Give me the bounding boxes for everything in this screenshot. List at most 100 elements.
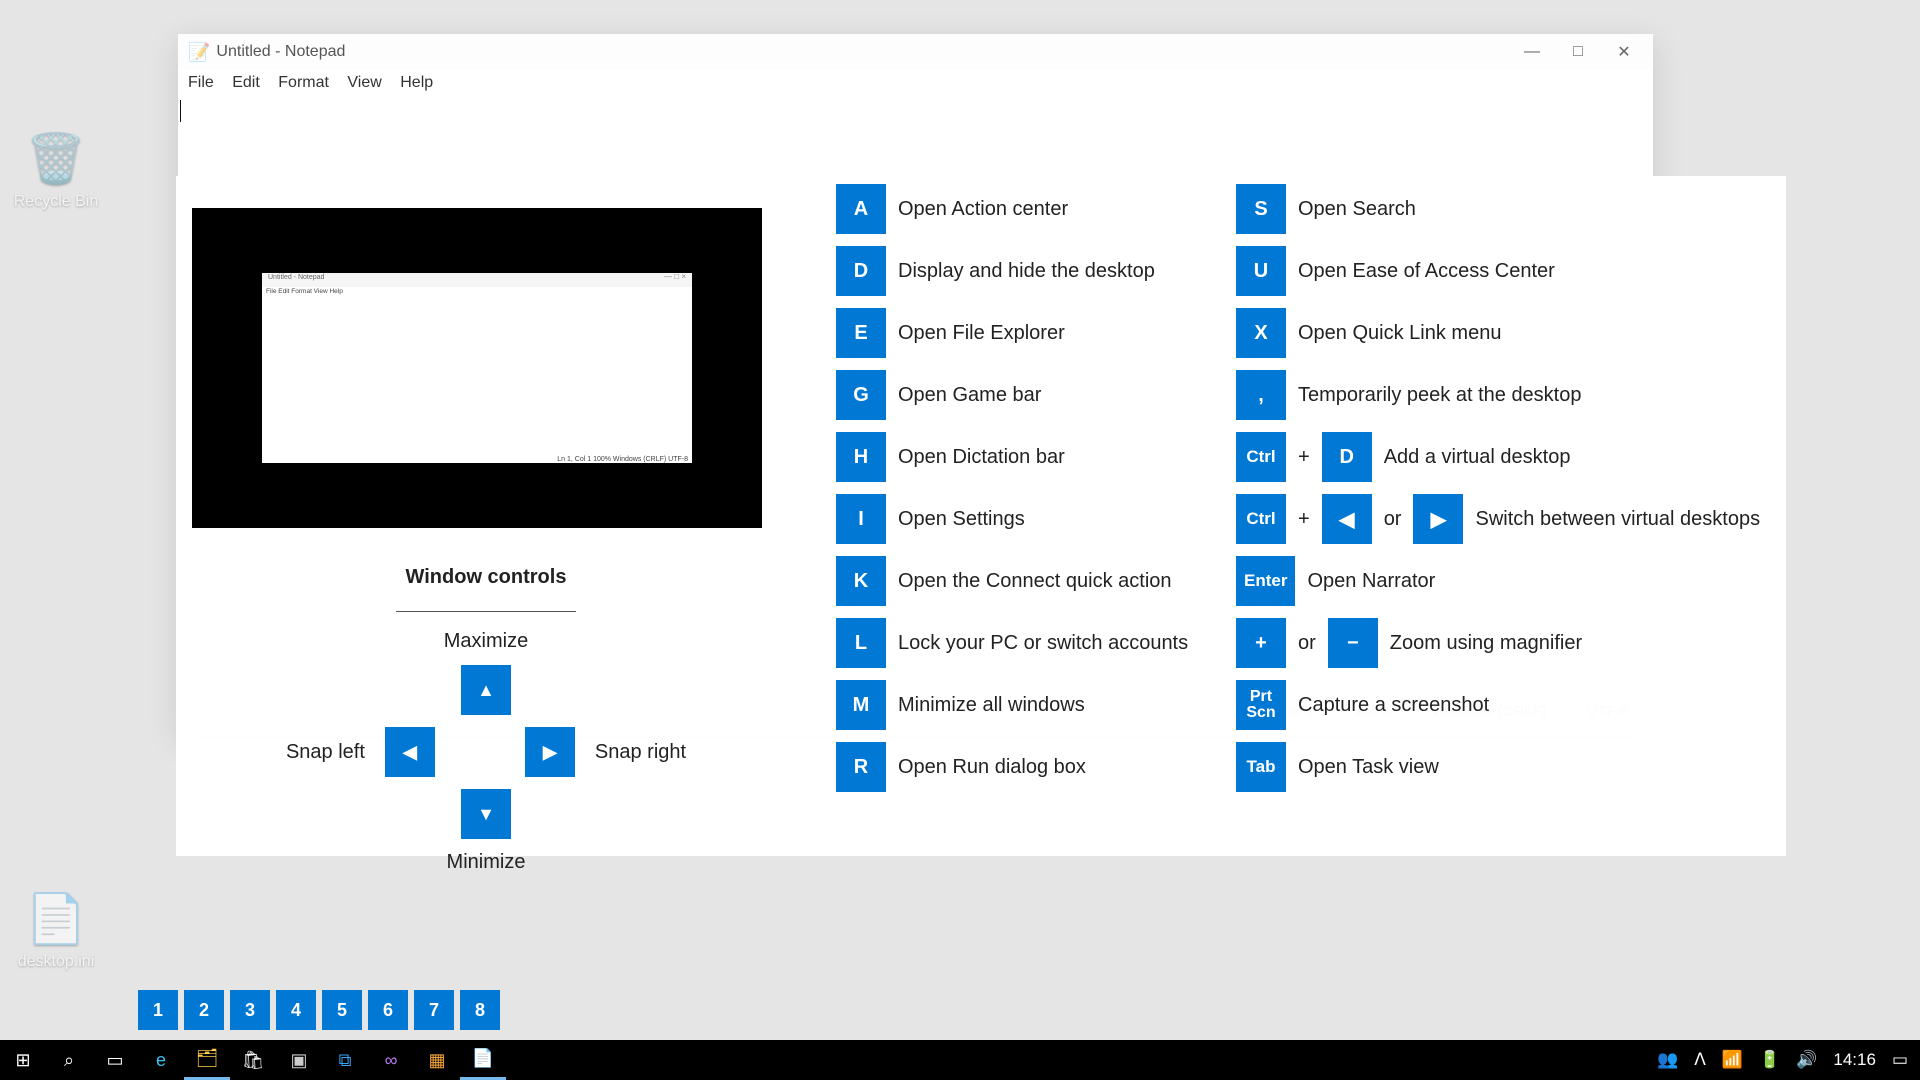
shortcut-desc: Open Quick Link menu (1298, 322, 1501, 345)
or-label: or (1298, 632, 1316, 655)
minimize-label: Minimize (206, 851, 766, 874)
wifi-icon[interactable]: 📶 (1722, 1050, 1743, 1070)
keycap-minus: − (1328, 618, 1378, 668)
shortcut-row: L Lock your PC or switch accounts (836, 618, 1216, 668)
notepad-icon: 📝 (188, 42, 210, 63)
keycap: U (1236, 246, 1286, 296)
keycap-enter: Enter (1236, 556, 1295, 606)
plus-label: + (1298, 508, 1310, 531)
shortcut-row: A Open Action center (836, 184, 1216, 234)
shortcut-desc: Open Settings (898, 508, 1025, 531)
maximize-button[interactable]: □ (1555, 43, 1601, 61)
menu-format[interactable]: Format (278, 74, 329, 91)
window-title: Untitled - Notepad (216, 43, 345, 61)
keycap: E (836, 308, 886, 358)
desktop-icon-ini[interactable]: 📄 desktop.ini (6, 890, 106, 971)
keycap: X (1236, 308, 1286, 358)
menu-view[interactable]: View (347, 74, 381, 91)
maximize-label: Maximize (206, 630, 766, 653)
menu-help[interactable]: Help (400, 74, 433, 91)
window-controls-title: Window controls (206, 566, 766, 589)
or-label: or (1384, 508, 1402, 531)
keycap: L (836, 618, 886, 668)
shortcut-desc: Lock your PC or switch accounts (898, 632, 1188, 655)
taskbar-app-store[interactable]: 🛍 (230, 1040, 276, 1080)
start-button[interactable]: ⊞ (0, 1040, 46, 1080)
shortcut-desc: Open Action center (898, 198, 1068, 221)
keycap-tab: Tab (1236, 742, 1286, 792)
divider (396, 611, 576, 612)
shortcut-desc: Switch between virtual desktops (1475, 508, 1760, 531)
desktop-preview: File Edit Format View Help Ln 1, Col 1 1… (192, 208, 762, 528)
desktop-icon-label: desktop.ini (18, 953, 95, 970)
taskbar-app-powertoys[interactable]: ▦ (414, 1040, 460, 1080)
action-center-icon[interactable]: ▭ (1892, 1050, 1908, 1070)
file-icon: 📄 (6, 890, 106, 947)
preview-notepad-window: File Edit Format View Help Ln 1, Col 1 1… (262, 273, 692, 463)
shortcut-desc: Open Task view (1298, 756, 1439, 779)
shortcut-row: MMinimize all windows (836, 680, 1216, 730)
taskbar-app-terminal[interactable]: ▣ (276, 1040, 322, 1080)
taskbar-app-edge[interactable]: e (138, 1040, 184, 1080)
keycap-right: ▶ (1413, 494, 1463, 544)
taskbar-hint-4: 4 (276, 990, 316, 1030)
notepad-menubar: File Edit Format View Help (178, 70, 1653, 96)
shortcut-column-1: A Open Action center D Display and hide the… (836, 184, 1216, 792)
clock[interactable]: 14:16 (1833, 1050, 1876, 1070)
key-left: ◀ (385, 727, 435, 777)
volume-icon[interactable]: 🔊 (1796, 1050, 1817, 1070)
taskbar-app-notepad[interactable]: 📄 (460, 1040, 506, 1080)
shortcut-desc: Add a virtual desktop (1384, 446, 1571, 469)
shortcut-column-2: SOpen Search UOpen Ease of Access Center X… (1236, 184, 1776, 792)
shortcut-row: EnterOpen Narrator (1236, 556, 1776, 606)
shortcut-row: SOpen Search (1236, 184, 1776, 234)
close-button[interactable]: ✕ (1601, 42, 1647, 62)
search-button[interactable]: ⌕ (46, 1040, 92, 1080)
taskbar-app-visualstudio[interactable]: ∞ (368, 1040, 414, 1080)
keycap: A (836, 184, 886, 234)
text-caret (180, 100, 181, 122)
task-view-button[interactable]: ▭ (92, 1040, 138, 1080)
preview-status: Ln 1, Col 1 100% Windows (CRLF) UTF-8 (557, 456, 688, 463)
taskbar-hint-3: 3 (230, 990, 270, 1030)
shortcut-guide-overlay: File Edit Format View Help Ln 1, Col 1 1… (176, 176, 1786, 856)
keycap: S (1236, 184, 1286, 234)
preview-menu: File Edit Format View Help (262, 287, 692, 296)
desktop-icon-recycle-bin[interactable]: 🗑️ Recycle Bin (6, 130, 106, 211)
plus-label: + (1298, 446, 1310, 469)
battery-icon[interactable]: 🔋 (1759, 1050, 1780, 1070)
window-controls-section: Window controls Maximize ▲ Snap left ◀ ▶… (206, 566, 766, 874)
shortcut-row: HOpen Dictation bar (836, 432, 1216, 482)
menu-edit[interactable]: Edit (232, 74, 260, 91)
shortcut-row: GOpen Game bar (836, 370, 1216, 420)
shortcut-desc: Temporarily peek at the desktop (1298, 384, 1582, 407)
shortcut-desc: Capture a screenshot (1298, 694, 1489, 717)
key-up: ▲ (461, 665, 511, 715)
minimize-button[interactable]: — (1509, 43, 1555, 61)
shortcut-row: E Open File Explorer (836, 308, 1216, 358)
shortcut-desc: Display and hide the desktop (898, 260, 1155, 283)
menu-file[interactable]: File (188, 74, 214, 91)
taskbar-app-vscode[interactable]: ⧉ (322, 1040, 368, 1080)
keycap: K (836, 556, 886, 606)
shortcut-desc: Open File Explorer (898, 322, 1065, 345)
keycap-plus: + (1236, 618, 1286, 668)
keycap-ctrl: Ctrl (1236, 432, 1286, 482)
shortcut-row: UOpen Ease of Access Center (1236, 246, 1776, 296)
taskbar-app-explorer[interactable]: 🗂 (184, 1040, 230, 1080)
recycle-bin-icon: 🗑️ (6, 130, 106, 187)
taskbar-hint-8: 8 (460, 990, 500, 1030)
shortcut-desc: Open Run dialog box (898, 756, 1086, 779)
keycap-prtscn: PrtScn (1236, 680, 1286, 730)
tray-chevron-icon[interactable]: ᐱ (1694, 1050, 1706, 1070)
shortcut-row: Ctrl + D Add a virtual desktop (1236, 432, 1776, 482)
keycap: D (836, 246, 886, 296)
system-tray[interactable]: 👥 ᐱ 📶 🔋 🔊 14:16 ▭ (1645, 1050, 1920, 1070)
keycap: G (836, 370, 886, 420)
shortcut-row: IOpen Settings (836, 494, 1216, 544)
shortcut-row: ROpen Run dialog box (836, 742, 1216, 792)
people-icon[interactable]: 👥 (1657, 1050, 1678, 1070)
keycap: D (1322, 432, 1372, 482)
taskbar-hint-7: 7 (414, 990, 454, 1030)
shortcut-row: Ctrl+◀or▶Switch between virtual desktops (1236, 494, 1776, 544)
